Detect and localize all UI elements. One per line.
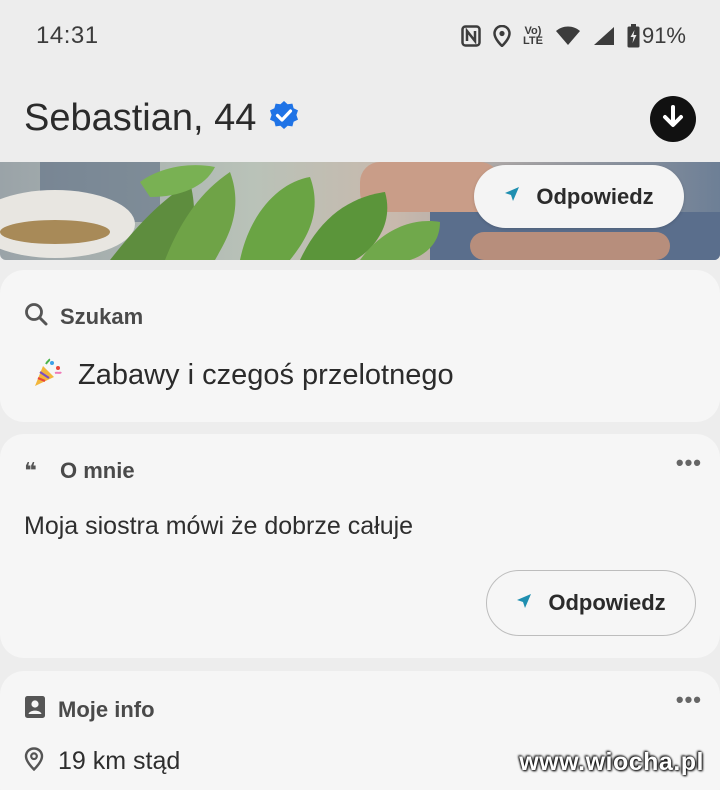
watermark: www.wiocha.pl: [519, 748, 704, 776]
seek-card: Szukam Zabawy i czegoś przelotnego: [0, 270, 720, 422]
volte-icon: Vo) LTE: [522, 25, 543, 47]
battery-indicator: 91%: [627, 23, 686, 49]
send-arrow-icon: [516, 593, 532, 614]
about-text: Moja siostra mówi że dobrze całuje: [24, 512, 414, 540]
location-icon: [493, 25, 511, 47]
profile-header: Sebastian, 44: [0, 80, 720, 156]
about-card: ❝ O mnie ••• Moja siostra mówi że dobrze…: [0, 434, 720, 658]
distance-row: 19 km stąd: [24, 747, 180, 776]
profile-name: Sebastian, 44: [24, 96, 257, 139]
info-card-header: Moje info: [24, 695, 155, 724]
photo-reply-label: Odpowiedz: [536, 183, 654, 209]
battery-percent: 91%: [641, 23, 686, 48]
about-menu-button[interactable]: •••: [676, 450, 702, 476]
info-menu-button[interactable]: •••: [676, 687, 702, 713]
quote-icon: ❝: [24, 458, 37, 483]
seek-text: Zabawy i czegoś przelotnego: [78, 359, 454, 391]
party-popper-icon: [32, 358, 62, 393]
seek-card-heading: Szukam: [60, 303, 144, 329]
status-icons: Vo) LTE 91%: [461, 23, 686, 49]
photo-reply-button[interactable]: Odpowiedz: [474, 165, 684, 228]
about-card-header: ❝ O mnie: [24, 458, 135, 484]
about-reply-label: Odpowiedz: [548, 590, 666, 615]
distance-text: 19 km stąd: [58, 747, 181, 775]
nfc-icon: [461, 25, 481, 47]
about-card-heading: O mnie: [60, 458, 135, 483]
status-bar: 14:31 Vo) LTE 91%: [0, 0, 720, 72]
search-icon: [24, 302, 48, 331]
wifi-icon: [555, 26, 581, 46]
send-arrow-icon: [504, 186, 520, 207]
verified-badge-icon: [268, 100, 300, 137]
contact-card-icon: [24, 695, 46, 724]
seek-card-header: Szukam: [24, 302, 143, 331]
status-time: 14:31: [36, 22, 99, 49]
location-pin-icon: [24, 747, 44, 776]
seek-value: Zabawy i czegoś przelotnego: [32, 358, 454, 393]
signal-icon: [593, 26, 615, 46]
info-card-heading: Moje info: [58, 696, 155, 722]
battery-icon: [627, 24, 640, 48]
about-reply-button[interactable]: Odpowiedz: [486, 570, 696, 636]
download-button[interactable]: [650, 96, 696, 142]
arrow-down-icon: [662, 104, 684, 134]
